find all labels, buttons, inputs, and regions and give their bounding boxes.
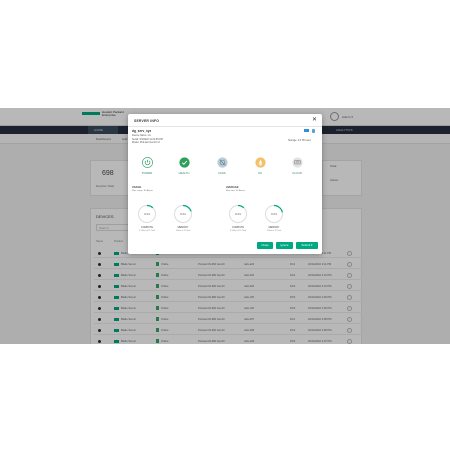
meta-line: Model: ProLiant Gen10 v2	[132, 141, 160, 144]
cloud-icon[interactable]	[292, 157, 303, 168]
close-button[interactable]: Close	[257, 242, 273, 249]
gauge-sub: 0.3 Max of 12 Total	[230, 229, 246, 232]
close-icon[interactable]: ✕	[312, 117, 317, 123]
storage-info: Storage: 2.0 TB used	[288, 139, 311, 142]
os-icon[interactable]	[255, 157, 266, 168]
gauge-sub: 0.3 Max of 12 Total	[139, 229, 155, 232]
status-label-power: POWER	[141, 171, 153, 175]
gauge-memory-1: 0.01	[173, 204, 193, 224]
average-section-sub: Max time: 62 Active	[226, 189, 245, 192]
gauge-sub: 0 Max of 12 Total	[266, 229, 282, 232]
gauge-arc	[237, 204, 245, 209]
check-icon[interactable]	[179, 157, 190, 168]
gauge-value: 0.01	[271, 212, 277, 216]
gauge-value: 0.01	[180, 212, 186, 216]
usage-section-sub: Max usage: 80 Active	[132, 189, 153, 192]
power-icon[interactable]	[142, 157, 153, 168]
server-info-dialog: SERVER INFO ✕ dg_serv_xyz Device Name: s…	[128, 114, 322, 254]
gauge-memory-2: 0.01	[264, 204, 284, 224]
status-label-health: HEALTH	[178, 171, 190, 175]
gauge-sub: 0 Max of 12 Total	[175, 229, 191, 232]
monitor-icon[interactable]	[304, 129, 309, 132]
status-label-fans: FANS	[218, 171, 226, 175]
status-label-os: OS	[257, 171, 263, 175]
ignore-button[interactable]: Ignore	[276, 242, 293, 249]
lock-icon[interactable]	[312, 129, 315, 133]
gauge-compute-2: 0.01	[228, 204, 248, 224]
gauge-value: 0.01	[235, 212, 241, 216]
gauge-arc	[182, 204, 192, 212]
fan-icon[interactable]	[217, 157, 228, 168]
divider	[128, 126, 322, 127]
submit-button[interactable]: Submit ▾	[296, 242, 318, 249]
header-icons	[304, 129, 318, 133]
server-name: dg_serv_xyz	[132, 129, 152, 133]
gauge-value: 0.01	[144, 212, 150, 216]
gauge-compute-1: 0.01	[137, 204, 157, 224]
dialog-title: SERVER INFO	[134, 119, 160, 123]
status-label-cloud: CLOUD	[292, 171, 302, 175]
gauge-arc	[146, 204, 154, 209]
